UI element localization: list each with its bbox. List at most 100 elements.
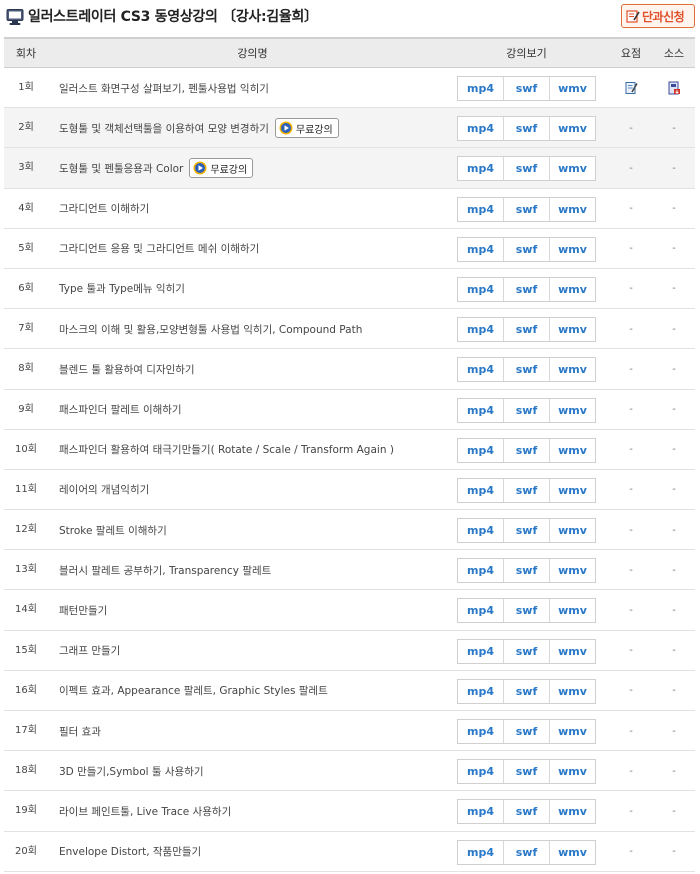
download-file-icon[interactable] <box>668 81 681 95</box>
wmv-link[interactable]: wmv <box>550 640 595 663</box>
wmv-link[interactable]: wmv <box>550 479 595 502</box>
swf-link[interactable]: swf <box>504 559 550 583</box>
lecture-title: 블렌드 툴 활용하여 디자인하기 <box>59 363 195 376</box>
swf-link[interactable]: swf <box>504 277 550 301</box>
mp4-link[interactable]: mp4 <box>458 800 504 824</box>
source-empty: - <box>672 203 676 215</box>
lecture-number: 9회 <box>18 403 34 415</box>
mp4-link[interactable]: mp4 <box>458 559 504 583</box>
wmv-link[interactable]: wmv <box>550 599 595 622</box>
mp4-link[interactable]: mp4 <box>458 438 504 462</box>
swf-link[interactable]: swf <box>504 358 550 382</box>
lecture-title-cell: 패턴만들기 <box>59 590 107 630</box>
mp4-link[interactable]: mp4 <box>458 639 504 663</box>
wmv-link[interactable]: wmv <box>550 358 595 381</box>
wmv-link[interactable]: wmv <box>550 841 595 864</box>
lecture-title: Type 툴과 Type메뉴 익히기 <box>59 283 185 296</box>
mp4-link[interactable]: mp4 <box>458 720 504 743</box>
apply-course-button[interactable]: 단과신청 <box>621 4 695 28</box>
wmv-link[interactable]: wmv <box>550 720 595 743</box>
lecture-title-cell: 그래프 만들기 <box>59 631 120 671</box>
swf-link[interactable]: swf <box>504 679 550 703</box>
swf-link[interactable]: swf <box>504 840 550 864</box>
wmv-link[interactable]: wmv <box>550 318 595 341</box>
lecture-number: 19회 <box>15 805 37 817</box>
lecture-row: 14회 패턴만들기 mp4 swf wmv - - <box>4 590 695 631</box>
swf-link[interactable]: swf <box>504 760 550 784</box>
mp4-link[interactable]: mp4 <box>458 599 504 623</box>
swf-link[interactable]: swf <box>504 519 550 543</box>
column-header-source: 소스 <box>663 47 685 60</box>
mp4-link[interactable]: mp4 <box>458 157 504 181</box>
lecture-title: 그라디언트 이해하기 <box>59 203 150 216</box>
mp4-link[interactable]: mp4 <box>458 679 504 703</box>
memo-icon[interactable] <box>625 81 638 95</box>
wmv-link[interactable]: wmv <box>550 157 595 180</box>
swf-link[interactable]: swf <box>504 157 550 181</box>
wmv-link[interactable]: wmv <box>550 559 595 582</box>
swf-link[interactable]: swf <box>504 398 550 422</box>
wmv-link[interactable]: wmv <box>550 198 595 221</box>
swf-link[interactable]: swf <box>504 117 550 141</box>
swf-link[interactable]: swf <box>504 720 550 743</box>
source-empty: - <box>672 725 676 737</box>
swf-link[interactable]: swf <box>504 77 550 100</box>
column-header-title: 강의명 <box>237 47 268 60</box>
mp4-link[interactable]: mp4 <box>458 478 504 502</box>
lecture-title: 라이브 페인트툴, Live Trace 사용하기 <box>59 805 232 818</box>
format-links: mp4 swf wmv <box>457 236 596 262</box>
format-links: mp4 swf wmv <box>457 839 596 865</box>
mp4-link[interactable]: mp4 <box>458 358 504 382</box>
lecture-list: 1회 일러스트 화면구성 살펴보기, 펜툴사용법 익히기 mp4 swf wmv 2회 도형… <box>4 68 695 872</box>
lecture-title: 이펙트 효과, Appearance 팔레트, Graphic Styles 팔… <box>59 685 328 698</box>
lecture-title-cell: 이펙트 효과, Appearance 팔레트, Graphic Styles 팔… <box>59 671 328 711</box>
mp4-link[interactable]: mp4 <box>458 318 504 342</box>
mp4-link[interactable]: mp4 <box>458 197 504 221</box>
wmv-link[interactable]: wmv <box>550 800 595 823</box>
summary-empty: - <box>629 203 633 215</box>
source-empty: - <box>672 162 676 174</box>
swf-link[interactable]: swf <box>504 478 550 502</box>
wmv-link[interactable]: wmv <box>550 519 595 542</box>
source-link[interactable] <box>659 68 689 108</box>
lecture-row: 10회 패스파인더 활용하여 태극기만들기( Rotate / Scale / T… <box>4 429 695 470</box>
wmv-link[interactable]: wmv <box>550 680 595 703</box>
wmv-link[interactable]: wmv <box>550 117 595 140</box>
mp4-link[interactable]: mp4 <box>458 840 504 864</box>
format-links: mp4 swf wmv <box>457 156 596 182</box>
free-lecture-button[interactable]: 무료강의 <box>189 158 254 179</box>
lecture-number: 5회 <box>18 242 34 254</box>
wmv-link[interactable]: wmv <box>550 439 595 462</box>
lecture-row: 6회 Type 툴과 Type메뉴 익히기 mp4 swf wmv - - <box>4 268 695 310</box>
wmv-link[interactable]: wmv <box>550 77 595 100</box>
format-links: mp4 swf wmv <box>457 437 596 463</box>
mp4-link[interactable]: mp4 <box>458 237 504 261</box>
swf-link[interactable]: swf <box>504 639 550 663</box>
format-links: mp4 swf wmv <box>457 116 596 142</box>
lecture-title-cell: 라이브 페인트툴, Live Trace 사용하기 <box>59 791 231 831</box>
mp4-link[interactable]: mp4 <box>458 117 504 141</box>
swf-link[interactable]: swf <box>504 438 550 462</box>
wmv-link[interactable]: wmv <box>550 278 595 301</box>
mp4-link[interactable]: mp4 <box>458 519 504 543</box>
summary-empty: - <box>629 725 633 737</box>
summary-link[interactable] <box>616 68 646 108</box>
wmv-link[interactable]: wmv <box>550 760 595 783</box>
summary-empty: - <box>629 323 633 335</box>
swf-link[interactable]: swf <box>504 197 550 221</box>
swf-link[interactable]: swf <box>504 237 550 261</box>
swf-link[interactable]: swf <box>504 800 550 824</box>
lecture-title: 도형툴 및 객체선택툴을 이용하여 모양 변경하기 <box>59 122 269 135</box>
lecture-number: 6회 <box>18 282 34 294</box>
mp4-link[interactable]: mp4 <box>458 398 504 422</box>
mp4-link[interactable]: mp4 <box>458 277 504 301</box>
swf-link[interactable]: swf <box>504 318 550 342</box>
free-lecture-button[interactable]: 무료강의 <box>274 118 339 139</box>
mp4-link[interactable]: mp4 <box>458 77 504 100</box>
wmv-link[interactable]: wmv <box>550 238 595 261</box>
wmv-link[interactable]: wmv <box>550 399 595 422</box>
swf-link[interactable]: swf <box>504 599 550 623</box>
column-header-view: 강의보기 <box>506 47 547 60</box>
lecture-row: 12회 Stroke 팔레트 이해하기 mp4 swf wmv - - <box>4 510 695 551</box>
mp4-link[interactable]: mp4 <box>458 760 504 784</box>
